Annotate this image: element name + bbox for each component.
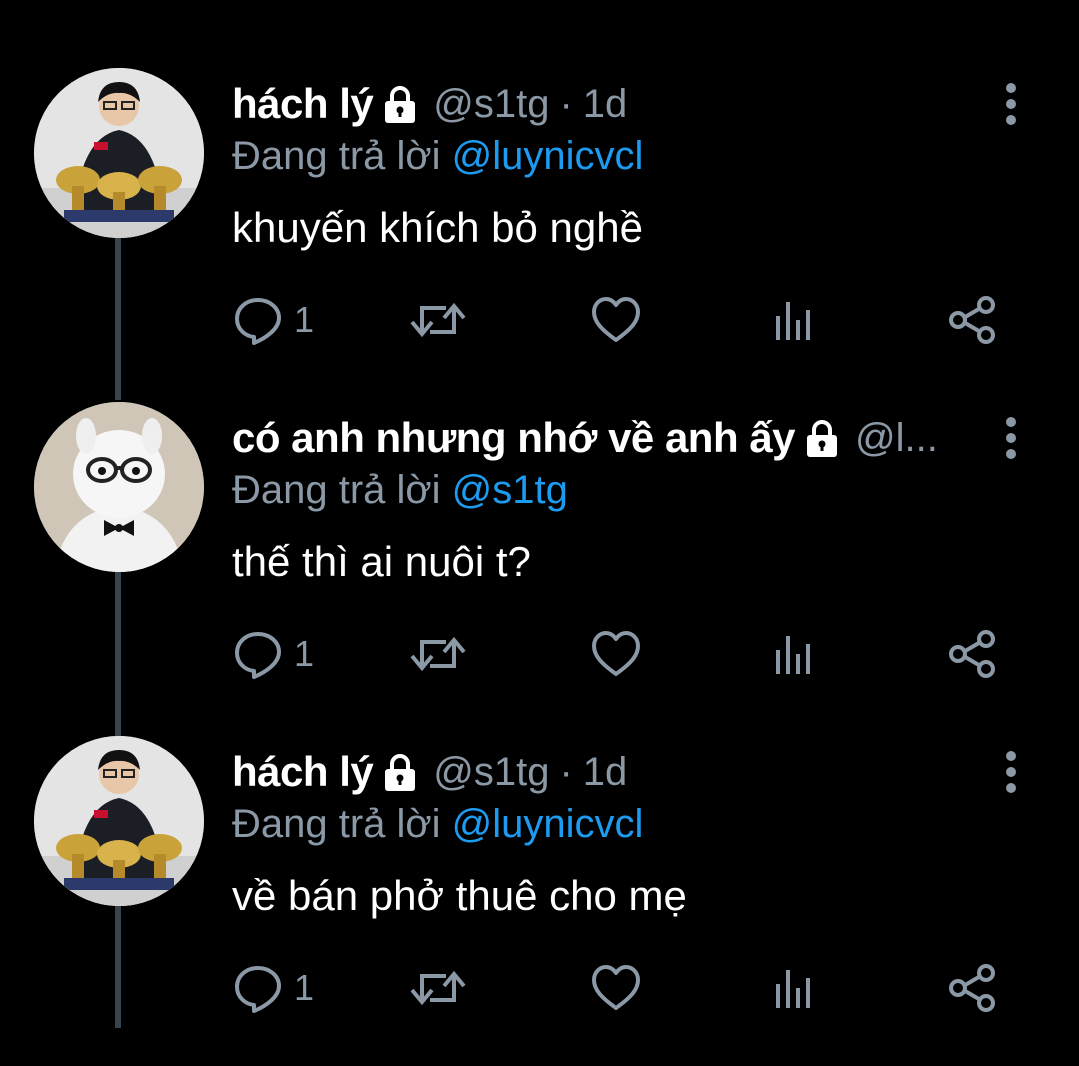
tweet-text: thế thì ai nuôi t? — [232, 538, 531, 585]
reply-count: 1 — [294, 967, 315, 1008]
avatar[interactable] — [34, 402, 204, 572]
share-icon — [949, 296, 995, 344]
replying-to-label: Đang trả lời — [232, 802, 441, 846]
analytics-icon — [776, 970, 810, 1008]
mention-link[interactable]: @luynicvcl — [452, 802, 644, 846]
user-handle[interactable]: @s1tg — [433, 82, 549, 127]
display-name[interactable]: hách lý — [232, 748, 374, 796]
heart-icon — [592, 965, 640, 1010]
like-button[interactable] — [590, 624, 642, 684]
tweet-header: hách lý @s1tg · 1d — [232, 744, 972, 800]
user-handle[interactable]: @l... — [855, 416, 938, 461]
share-button[interactable] — [946, 290, 998, 350]
retweet-icon — [410, 636, 466, 672]
retweet-button[interactable] — [408, 290, 468, 350]
reply-count: 1 — [294, 633, 315, 674]
mention-link[interactable]: @luynicvcl — [452, 134, 644, 178]
analytics-icon — [776, 636, 810, 674]
reply-count: 1 — [294, 299, 315, 340]
share-icon — [949, 964, 995, 1012]
analytics-button[interactable] — [772, 958, 816, 1018]
more-options-icon[interactable] — [996, 408, 1026, 468]
tweet[interactable]: hách lý @s1tg · 1d Đang trả lời @luynicv… — [0, 68, 1079, 398]
reply-button[interactable]: 1 — [232, 290, 314, 350]
timestamp[interactable]: 1d — [583, 82, 628, 127]
timestamp[interactable]: 1d — [583, 750, 628, 795]
replying-to-label: Đang trả lời — [232, 468, 441, 512]
replying-to: Đang trả lời @luynicvcl — [232, 802, 643, 847]
tweet[interactable]: có anh nhưng nhớ về anh ấy @l... Đang tr… — [0, 402, 1079, 732]
retweet-icon — [410, 302, 466, 338]
reply-icon — [235, 298, 281, 345]
tweet-text: khuyến khích bỏ nghề — [232, 204, 643, 251]
separator-dot: · — [559, 81, 573, 126]
reply-button[interactable]: 1 — [232, 624, 314, 684]
like-button[interactable] — [590, 958, 642, 1018]
tweet-header: hách lý @s1tg · 1d — [232, 76, 972, 132]
replying-to: Đang trả lời @s1tg — [232, 468, 568, 513]
reply-button[interactable]: 1 — [232, 958, 314, 1018]
tweet-text: về bán phở thuê cho mẹ — [232, 872, 687, 919]
more-options-icon[interactable] — [996, 74, 1026, 134]
analytics-icon — [776, 302, 810, 340]
tweet-actions: 1 — [232, 958, 1012, 1018]
lock-icon — [807, 420, 838, 457]
display-name[interactable]: có anh nhưng nhớ về anh ấy — [232, 414, 796, 462]
tweet-header: có anh nhưng nhớ về anh ấy @l... — [232, 410, 972, 466]
retweet-button[interactable] — [408, 958, 468, 1018]
reply-icon — [235, 966, 281, 1013]
lock-icon — [385, 754, 416, 791]
share-button[interactable] — [946, 624, 998, 684]
person-with-trophies-avatar — [34, 68, 204, 238]
alpaca-plush-avatar — [34, 402, 204, 572]
like-button[interactable] — [590, 290, 642, 350]
tweet-actions: 1 — [232, 290, 1012, 350]
share-button[interactable] — [946, 958, 998, 1018]
share-icon — [949, 630, 995, 678]
analytics-button[interactable] — [772, 624, 816, 684]
retweet-button[interactable] — [408, 624, 468, 684]
avatar[interactable] — [34, 68, 204, 238]
replying-to: Đang trả lời @luynicvcl — [232, 134, 643, 179]
person-with-trophies-avatar — [34, 736, 204, 906]
reply-icon — [235, 632, 281, 679]
heart-icon — [592, 297, 640, 342]
mention-link[interactable]: @s1tg — [452, 468, 568, 512]
more-options-icon[interactable] — [996, 742, 1026, 802]
separator-dot: · — [559, 749, 573, 794]
replying-to-label: Đang trả lời — [232, 134, 441, 178]
avatar[interactable] — [34, 736, 204, 906]
tweet-actions: 1 — [232, 624, 1012, 684]
user-handle[interactable]: @s1tg — [433, 750, 549, 795]
analytics-button[interactable] — [772, 290, 816, 350]
heart-icon — [592, 631, 640, 676]
display-name[interactable]: hách lý — [232, 80, 374, 128]
tweet-thread: hách lý @s1tg · 1d Đang trả lời @luynicv… — [0, 0, 1079, 1028]
tweet[interactable]: hách lý @s1tg · 1d Đang trả lời @luynicv… — [0, 736, 1079, 1066]
lock-icon — [385, 86, 416, 123]
retweet-icon — [410, 970, 466, 1006]
